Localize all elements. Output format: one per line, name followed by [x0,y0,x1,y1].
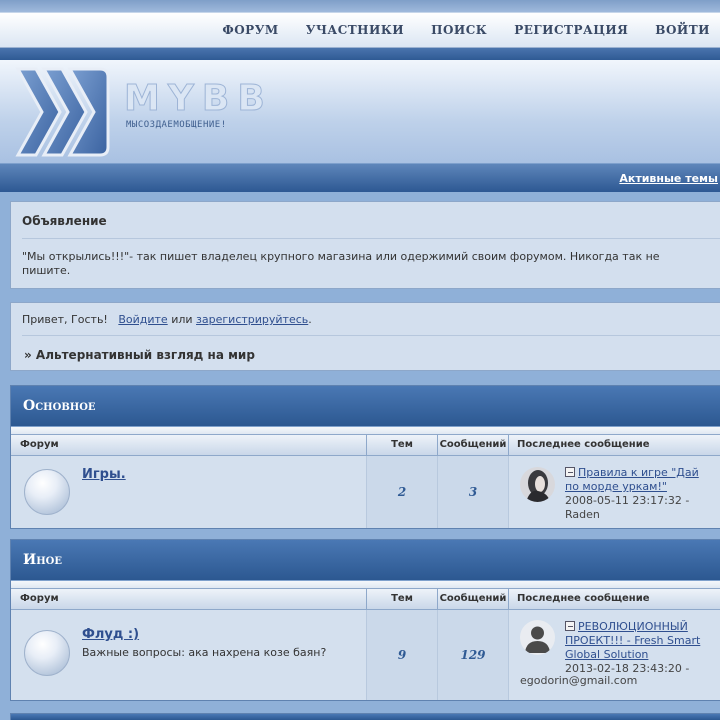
forum-status-icon [24,469,70,515]
forum-topics-count: 2 [367,456,438,528]
category-other: Иное Форум Тем Сообщений Последнее сообщ… [10,539,720,701]
announcement-text: "Мы открылись!!!"- так пишет владелец кр… [22,250,660,277]
period: . [308,313,312,326]
announcement-title: Объявление [22,214,107,228]
welcome-line: Привет, Гость! Войдите или зарегистрируй… [22,313,312,326]
top-strip [0,0,720,12]
column-headers: Форум Тем Сообщений Последнее сообщение [11,434,720,456]
category-title[interactable]: Иное [11,540,720,581]
col-forum: Форум [11,589,367,609]
last-post-date: 2008-05-11 23:17:32 - [565,494,690,507]
logo-chevrons-icon[interactable] [14,63,112,161]
forum-description: Важные вопросы: ака нахрена козе баян? [82,646,327,659]
col-topics: Тем [367,589,438,609]
forum-row: Флуд :) Важные вопросы: ака нахрена козе… [11,610,720,700]
next-category-edge [10,713,720,720]
active-topics-link[interactable]: Активные темы [619,172,718,185]
forum-link[interactable]: Игры. [82,467,126,482]
col-posts: Сообщений [438,589,509,609]
or-text: или [171,313,193,326]
forum-row: Игры. 2 3 Правила к игре "Дай по морде у… [11,456,720,528]
nav-search[interactable]: ПОИСК [431,23,487,37]
category-gap [11,427,720,434]
tagline: » Альтернативный взгляд на мир [24,348,255,362]
last-post-info: РЕВОЛЮЦИОННЫЙ ПРОЕКТ!!! - Fresh Smart Gl… [565,620,715,676]
forum-link[interactable]: Флуд :) [82,627,139,642]
col-last-post: Последнее сообщение [517,439,650,450]
last-post-link[interactable]: РЕВОЛЮЦИОННЫЙ ПРОЕКТ!!! - Fresh Smart Gl… [565,620,700,661]
forum-topics-count: 9 [367,610,438,700]
category-main: Основное Форум Тем Сообщений Последнее с… [10,385,720,529]
user-avatar[interactable] [520,620,555,655]
active-topics-bar: Активные темы [0,163,720,192]
col-topics: Тем [367,435,438,455]
register-link[interactable]: зарегистрируйтесь [196,313,308,326]
nav-members[interactable]: УЧАСТНИКИ [306,23,404,37]
nav-shadow [0,48,720,60]
last-post-link[interactable]: Правила к игре "Дай по морде уркам!" [565,466,699,493]
site-header: MYBB МЫСОЗДАЕМОБЩЕНИЕ! [0,60,720,163]
logo-slogan: МЫСОЗДАЕМОБЩЕНИЕ! [126,120,227,130]
category-gap [11,581,720,588]
nav-register[interactable]: РЕГИСТРАЦИЯ [514,23,628,37]
welcome-block: Привет, Гость! Войдите или зарегистрируй… [10,302,720,371]
col-posts: Сообщений [438,435,509,455]
col-last-post: Последнее сообщение [517,593,650,604]
announcement-block: Объявление "Мы открылись!!!"- так пишет … [10,201,720,289]
col-forum: Форум [11,435,367,455]
post-icon [565,467,575,477]
divider [22,335,720,336]
divider [22,238,720,239]
user-avatar[interactable] [520,467,555,502]
forum-posts-count: 3 [438,456,509,528]
last-post-info: Правила к игре "Дай по морде уркам!" 200… [565,466,715,522]
logo-text[interactable]: MYBB [124,78,273,120]
nav-forum[interactable]: ФОРУМ [222,23,278,37]
last-post-author: Raden [565,508,600,521]
forum-status-icon [24,630,70,676]
column-headers: Форум Тем Сообщений Последнее сообщение [11,588,720,610]
last-post-author: egodorin@gmail.com [520,674,638,687]
login-link[interactable]: Войдите [118,313,167,326]
post-icon [565,621,575,631]
main-nav: ФОРУМ УЧАСТНИКИ ПОИСК РЕГИСТРАЦИЯ ВОЙТИ [0,12,720,48]
nav-login[interactable]: ВОЙТИ [655,23,710,37]
category-title[interactable]: Основное [11,386,720,427]
greeting: Привет, Гость! [22,313,108,326]
forum-posts-count: 129 [438,610,509,700]
